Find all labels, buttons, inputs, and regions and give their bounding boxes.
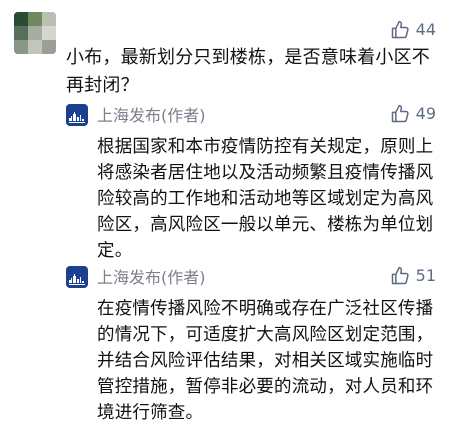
comment-text: 小布，最新划分只到楼栋，是否意味着小区不再封闭？: [66, 47, 430, 96]
reply-header: 上海发布(作者) 49: [66, 104, 438, 130]
like-button[interactable]: 44: [390, 20, 436, 40]
thumbs-up-icon: [390, 20, 410, 40]
like-count: 51: [415, 266, 436, 285]
reply-text: 根据国家和本市疫情防控有关规定，原则上将感染者居住地以及活动频繁且疫情传播风险较…: [97, 137, 434, 261]
shanghai-logo-avatar[interactable]: [66, 266, 88, 288]
reply-author[interactable]: 上海发布(作者): [97, 105, 206, 127]
comment-card: 44 小布，最新划分只到楼栋，是否意味着小区不再封闭？ 上海发布(作者) 49: [0, 0, 454, 437]
reply-text: 在疫情传播风险不明确或存在广泛社区传播的情况下，可适度扩大高风险区划定范围，并结…: [97, 299, 434, 423]
reply-header: 上海发布(作者) 51: [66, 266, 438, 292]
like-count: 49: [415, 104, 436, 123]
reply-item: 上海发布(作者) 49 根据国家和本市疫情防控有关规定，原则上将感染者居住地以及…: [66, 104, 438, 264]
thumbs-up-icon: [390, 104, 410, 124]
thumbs-up-icon: [390, 266, 410, 286]
like-count: 44: [415, 20, 436, 39]
skyline-icon: [69, 112, 84, 121]
like-button[interactable]: 49: [390, 104, 436, 124]
skyline-icon: [69, 274, 84, 283]
reply-item: 上海发布(作者) 51 在疫情传播风险不明确或存在广泛社区传播的情况下，可适度扩…: [66, 266, 438, 426]
like-button[interactable]: 51: [390, 266, 436, 286]
shanghai-logo-avatar[interactable]: [66, 104, 88, 126]
avatar[interactable]: [14, 12, 56, 54]
reply-author[interactable]: 上海发布(作者): [97, 267, 206, 289]
